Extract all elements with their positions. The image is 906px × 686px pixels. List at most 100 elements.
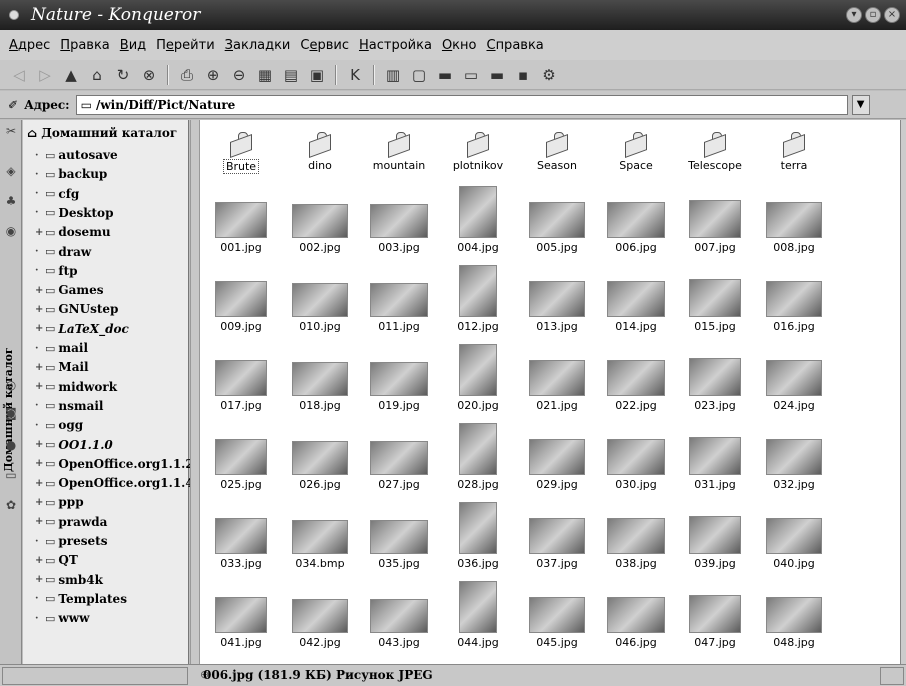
- file-item[interactable]: 020.jpg: [441, 344, 515, 412]
- folder-item[interactable]: dino: [283, 132, 357, 172]
- file-item[interactable]: 026.jpg: [283, 427, 357, 491]
- file-item[interactable]: 021.jpg: [520, 348, 594, 412]
- tree-item[interactable]: + ▭ Games: [35, 281, 104, 299]
- back-icon[interactable]: ◁: [8, 64, 30, 86]
- menu-item[interactable]: Вид: [120, 38, 146, 53]
- expand-icon[interactable]: +: [35, 439, 45, 450]
- tree-item[interactable]: + ▭ OpenOffice.org1.1.2: [35, 455, 194, 473]
- folder-item[interactable]: Space: [599, 132, 673, 172]
- file-item[interactable]: 032.jpg: [757, 427, 831, 491]
- file-item[interactable]: 011.jpg: [362, 269, 436, 333]
- menu-item[interactable]: Справка: [486, 38, 543, 53]
- file-item[interactable]: 023.jpg: [678, 348, 752, 412]
- file-item[interactable]: 017.jpg: [204, 348, 278, 412]
- address-input[interactable]: ▭ /win/Diff/Pict/Nature: [75, 94, 848, 115]
- tree-item[interactable]: · ▭ backup: [35, 165, 107, 183]
- tree-item[interactable]: + ▭ QT: [35, 551, 78, 569]
- icon-view-icon[interactable]: ▦: [254, 64, 276, 86]
- file-item[interactable]: 002.jpg: [283, 190, 357, 254]
- file-item[interactable]: 018.jpg: [283, 348, 357, 412]
- file-item[interactable]: 041.jpg: [204, 585, 278, 649]
- file-item[interactable]: 048.jpg: [757, 585, 831, 649]
- file-item[interactable]: 035.jpg: [362, 506, 436, 570]
- title-bar[interactable]: Nature - Konqueror ▾ ▫ ×: [0, 0, 906, 30]
- folder-item[interactable]: plotnikov: [441, 132, 515, 172]
- expand-icon[interactable]: +: [35, 574, 45, 585]
- reload-icon[interactable]: ↻: [112, 64, 134, 86]
- file-item[interactable]: 004.jpg: [441, 186, 515, 254]
- file-item[interactable]: 038.jpg: [599, 506, 673, 570]
- folder-item[interactable]: Brute: [204, 132, 278, 174]
- file-item[interactable]: 047.jpg: [678, 585, 752, 649]
- file-item[interactable]: 003.jpg: [362, 190, 436, 254]
- splitter[interactable]: [190, 120, 200, 664]
- forward-icon[interactable]: ▷: [34, 64, 56, 86]
- file-item[interactable]: 043.jpg: [362, 585, 436, 649]
- folder-item[interactable]: Telescope: [678, 132, 752, 172]
- file-item[interactable]: 027.jpg: [362, 427, 436, 491]
- file-item[interactable]: 039.jpg: [678, 506, 752, 570]
- view-mode-3-icon[interactable]: ▬: [486, 64, 508, 86]
- find-icon[interactable]: ▢: [408, 64, 430, 86]
- tree-root[interactable]: ⌂ Домашний каталог: [27, 126, 177, 140]
- gear-icon[interactable]: ⚙: [538, 64, 560, 86]
- tree-item[interactable]: · ▭ ogg: [35, 416, 83, 434]
- expand-icon[interactable]: +: [35, 227, 45, 238]
- print-icon[interactable]: ⎙: [176, 64, 198, 86]
- file-item[interactable]: 037.jpg: [520, 506, 594, 570]
- tree-item[interactable]: + ▭ OpenOffice.org1.1.4: [35, 474, 194, 492]
- file-item[interactable]: 040.jpg: [757, 506, 831, 570]
- expand-icon[interactable]: +: [35, 285, 45, 296]
- services-icon[interactable]: ●: [3, 438, 19, 454]
- split-view-icon[interactable]: ▥: [382, 64, 404, 86]
- kde-icon[interactable]: K: [344, 64, 366, 86]
- file-item[interactable]: 010.jpg: [283, 269, 357, 333]
- tree-item[interactable]: · ▭ autosave: [35, 146, 118, 164]
- file-item[interactable]: 013.jpg: [520, 269, 594, 333]
- tree-item[interactable]: · ▭ draw: [35, 243, 91, 261]
- file-item[interactable]: 014.jpg: [599, 269, 673, 333]
- expand-icon[interactable]: +: [35, 323, 45, 334]
- tree-item[interactable]: + ▭ midwork: [35, 378, 117, 396]
- expand-icon[interactable]: +: [35, 362, 45, 373]
- file-item[interactable]: 031.jpg: [678, 427, 752, 491]
- file-item[interactable]: 042.jpg: [283, 585, 357, 649]
- tree-item[interactable]: + ▭ OO1.1.0: [35, 436, 113, 454]
- maximize-icon[interactable]: ▫: [865, 7, 881, 23]
- menu-item[interactable]: Закладки: [225, 38, 291, 53]
- file-item[interactable]: 007.jpg: [678, 190, 752, 254]
- menu-item[interactable]: Окно: [442, 38, 477, 53]
- clear-location-icon[interactable]: ✐: [8, 98, 18, 112]
- devices-icon[interactable]: ♣: [3, 194, 19, 210]
- file-item[interactable]: 012.jpg: [441, 265, 515, 333]
- history-icon[interactable]: ◉: [3, 224, 19, 240]
- tree-item[interactable]: + ▭ Mail: [35, 358, 89, 376]
- file-item[interactable]: 029.jpg: [520, 427, 594, 491]
- tree-item[interactable]: + ▭ LaTeX_doc: [35, 320, 129, 338]
- file-item[interactable]: 044.jpg: [441, 581, 515, 649]
- file-item[interactable]: 022.jpg: [599, 348, 673, 412]
- tree-item[interactable]: · ▭ presets: [35, 532, 107, 550]
- home-icon[interactable]: ⌂: [86, 64, 108, 86]
- bookmarks-icon[interactable]: ◈: [3, 164, 19, 180]
- file-item[interactable]: 030.jpg: [599, 427, 673, 491]
- root-folder-icon[interactable]: ▭: [3, 468, 19, 484]
- file-item[interactable]: 033.jpg: [204, 506, 278, 570]
- tree-item[interactable]: · ▭ Desktop: [35, 204, 113, 222]
- file-item[interactable]: 024.jpg: [757, 348, 831, 412]
- file-item[interactable]: 028.jpg: [441, 423, 515, 491]
- file-item[interactable]: 008.jpg: [757, 190, 831, 254]
- tree-item[interactable]: · ▭ cfg: [35, 185, 79, 203]
- stop-icon[interactable]: ⊗: [138, 64, 160, 86]
- media-icon[interactable]: ◎: [3, 378, 19, 394]
- expand-icon[interactable]: +: [35, 478, 45, 489]
- file-item[interactable]: 025.jpg: [204, 427, 278, 491]
- file-item[interactable]: 009.jpg: [204, 269, 278, 333]
- expand-icon[interactable]: +: [35, 555, 45, 566]
- network-icon[interactable]: ◙: [3, 406, 19, 422]
- minimize-icon[interactable]: ▾: [846, 7, 862, 23]
- tree-item[interactable]: · ▭ nsmail: [35, 397, 103, 415]
- folder-item[interactable]: mountain: [362, 132, 436, 172]
- file-item[interactable]: 046.jpg: [599, 585, 673, 649]
- file-item[interactable]: 015.jpg: [678, 269, 752, 333]
